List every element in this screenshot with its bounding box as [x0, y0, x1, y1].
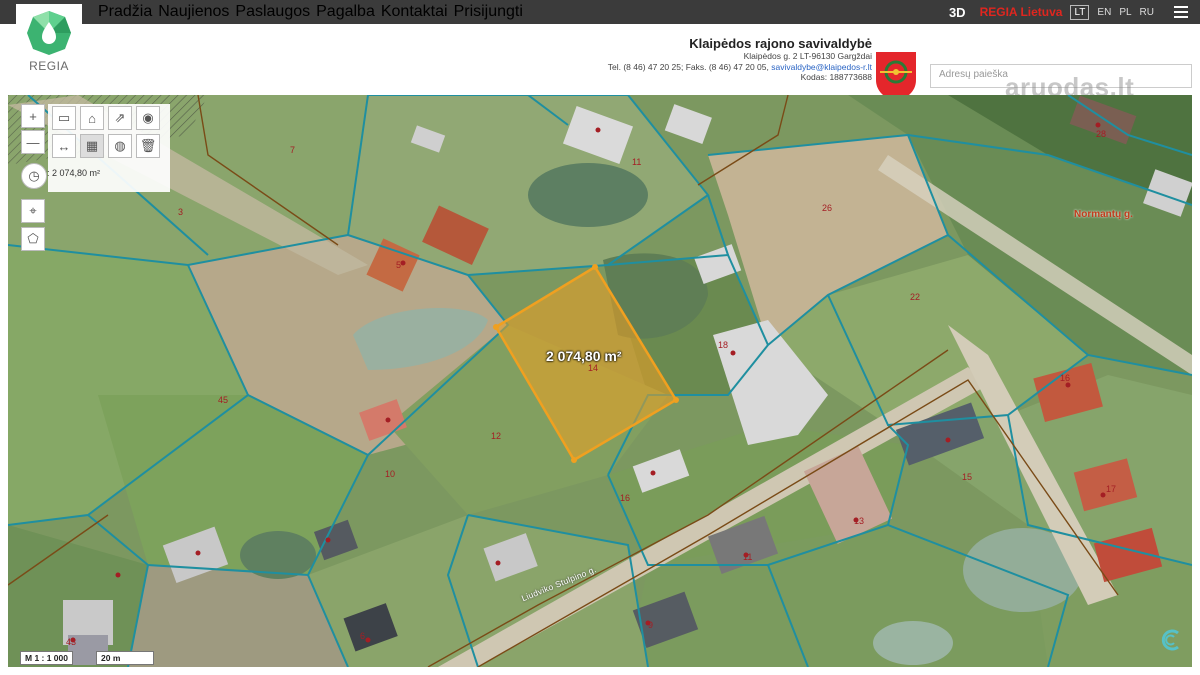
- parcel-number: 10: [385, 469, 396, 479]
- zoom-in-button[interactable]: +: [21, 104, 45, 128]
- measure-tools-panel: ▭ ⌂ ⇗ ◉ ↔ ▦ ◍ 🗑 Plotas: 2 074,80 m²: [22, 104, 170, 192]
- parcel-number: 17: [1106, 484, 1117, 494]
- lang-pl[interactable]: PL: [1119, 7, 1131, 18]
- parcel-number: 9: [648, 620, 654, 630]
- parcel-number: 15: [962, 472, 973, 482]
- street-label: Normantų g.: [1074, 209, 1133, 220]
- parcel-number: 6: [360, 631, 366, 641]
- lang-en[interactable]: EN: [1097, 7, 1111, 18]
- main-nav: Pradžia Naujienos Paslaugos Pagalba Kont…: [98, 0, 523, 24]
- parcel-number: 43: [66, 637, 77, 647]
- export-icon[interactable]: ⇗: [108, 106, 132, 130]
- header: Klaipėdos rajono savivaldybė Klaipėdos g…: [0, 24, 1200, 102]
- parcel-number: 26: [822, 203, 833, 213]
- nav-item-login[interactable]: Prisijungti: [454, 3, 523, 21]
- radius-icon[interactable]: ◍: [108, 134, 132, 158]
- parcel-number: 13: [854, 516, 865, 526]
- polygon-select-icon[interactable]: ⬠: [21, 227, 45, 251]
- scale-bar: 20 m: [96, 651, 154, 665]
- parcel-number: 22: [910, 292, 921, 302]
- nav-item-services[interactable]: Paslaugos: [235, 3, 310, 21]
- locate-icon[interactable]: ⌖: [21, 199, 45, 223]
- menu-icon[interactable]: [1174, 6, 1188, 18]
- map-canvas[interactable]: 7 11 3 26 28 5 22 14 18 16 45 12 10 15 1…: [8, 95, 1192, 667]
- top-bar: Pradžia Naujienos Paslaugos Pagalba Kont…: [0, 0, 1200, 24]
- municipality-phone: Tel. (8 46) 47 20 25; Faks. (8 46) 47 20…: [607, 61, 769, 72]
- municipality-name: Klaipėdos rajono savivaldybė: [689, 36, 872, 51]
- municipality-code: Kodas: 188773688: [800, 72, 872, 82]
- municipality-contacts: Tel. (8 46) 47 20 25; Faks. (8 46) 47 20…: [608, 62, 872, 73]
- selected-area-label: 2 074,80 m²: [546, 348, 622, 364]
- nav-item-home[interactable]: Pradžia: [98, 3, 152, 21]
- zoom-out-button[interactable]: —: [21, 130, 45, 154]
- parcel-number: 11: [743, 552, 753, 562]
- top-right-controls: 3D REGIA Lietuva LT EN PL RU: [949, 0, 1188, 24]
- parcel-number: 7: [290, 145, 296, 155]
- trash-icon[interactable]: 🗑: [136, 134, 160, 158]
- brand-link[interactable]: REGIA Lietuva: [980, 5, 1063, 19]
- parcel-number: 3: [178, 207, 184, 217]
- parcel-number: 12: [491, 431, 502, 441]
- regia-logo-text: REGIA: [29, 59, 69, 73]
- target-icon[interactable]: ◉: [136, 106, 160, 130]
- parcel-number: 16: [1060, 373, 1071, 383]
- lang-lt[interactable]: LT: [1070, 4, 1090, 20]
- nav-item-news[interactable]: Naujienos: [158, 3, 229, 21]
- municipality-address: Klaipėdos g. 2 LT-96130 Gargždai: [743, 51, 872, 61]
- parcel-number: 28: [1096, 129, 1107, 139]
- scale-ratio: M 1 : 1 000: [20, 651, 73, 665]
- parcel-number: 11: [632, 157, 642, 167]
- measure-area-icon[interactable]: ▦: [80, 134, 104, 158]
- point-marker-icon[interactable]: ⌂: [80, 106, 104, 130]
- parcel-number: 16: [620, 493, 631, 503]
- map-provider-icon: [1161, 629, 1179, 651]
- parcel-number: 5: [396, 260, 402, 270]
- parcel-number: 18: [718, 340, 729, 350]
- regia-logo[interactable]: REGIA: [16, 4, 82, 84]
- nav-item-help[interactable]: Pagalba: [316, 3, 375, 21]
- lang-ru[interactable]: RU: [1140, 7, 1154, 18]
- nav-item-contacts[interactable]: Kontaktai: [381, 3, 448, 21]
- municipality-info: Klaipėdos rajono savivaldybė Klaipėdos g…: [608, 36, 872, 83]
- parcel-number: 14: [588, 363, 599, 373]
- regia-logo-icon: [27, 11, 71, 55]
- measure-line-icon[interactable]: ↔: [52, 134, 76, 158]
- parcel-number: 45: [218, 395, 229, 405]
- municipality-email-link[interactable]: savivaldybe@klaipedos-r.lt: [771, 62, 872, 72]
- 3d-mode-button[interactable]: 3D: [949, 5, 966, 20]
- measure-distance-icon[interactable]: ▭: [52, 106, 76, 130]
- map-imagery: [8, 95, 1192, 667]
- compass-icon[interactable]: ◷: [21, 163, 47, 189]
